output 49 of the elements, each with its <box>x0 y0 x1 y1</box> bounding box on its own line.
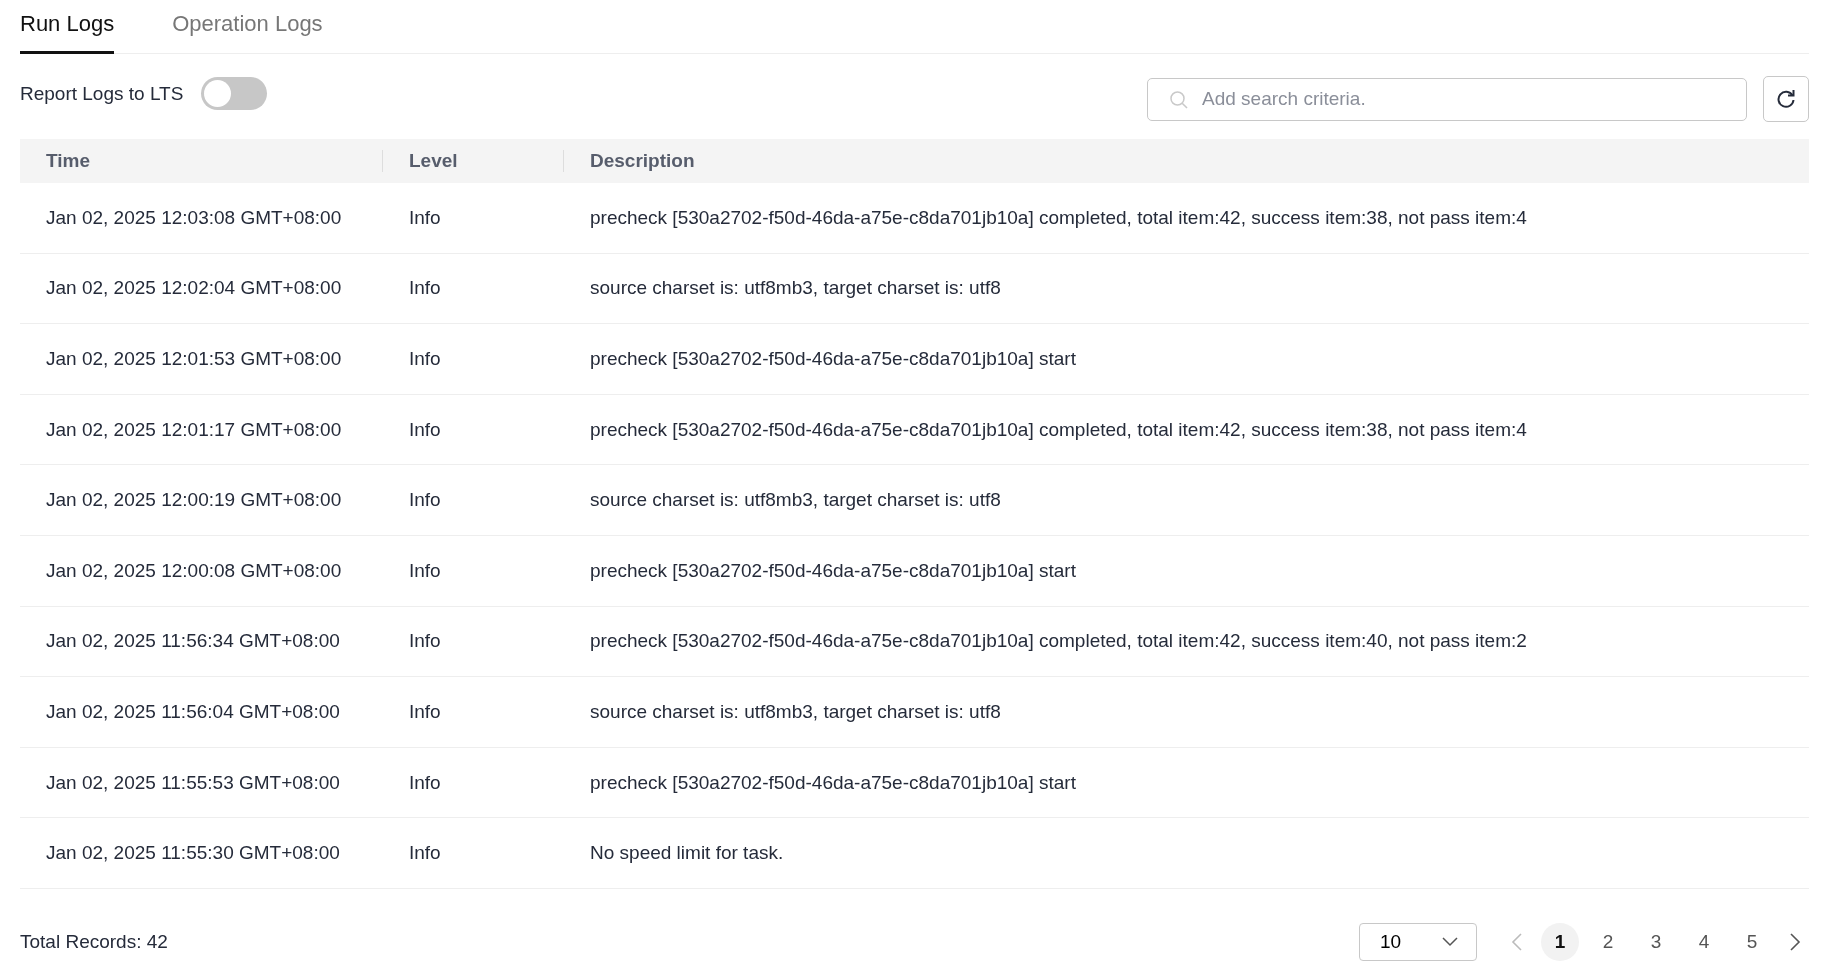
table-cell: Info <box>409 630 441 652</box>
toggle-label: Report Logs to LTS <box>20 82 184 105</box>
table-cell: Info <box>409 559 441 581</box>
table-cell: Info <box>409 771 441 793</box>
table-cell: Info <box>409 842 441 864</box>
table-cell: precheck [530a2702-f50d-46da-a75e-c8da701jb10a] completed, total item:42, success item:40, not pass item:2 <box>590 630 1527 652</box>
page-button[interactable]: 4 <box>1685 922 1723 961</box>
search-field[interactable]: Add search criteria. <box>1147 77 1747 121</box>
table-cell: precheck [530a2702-f50d-46da-a75e-c8da701jb10a] start <box>590 348 1076 369</box>
table-cell: Jan 02, 2025 12:02:04 GMT+08:00 <box>46 277 342 299</box>
tab[interactable]: Operation Logs <box>172 11 323 54</box>
column-header: Description <box>590 150 695 171</box>
table-cell: Info <box>409 206 441 228</box>
table-cell: Jan 02, 2025 12:00:08 GMT+08:00 <box>46 559 342 581</box>
page-button[interactable]: 1 <box>1541 922 1579 961</box>
toggle-switch[interactable] <box>201 77 268 110</box>
table-cell: Jan 02, 2025 12:00:19 GMT+08:00 <box>46 489 342 511</box>
chevron-down-icon <box>1442 936 1458 947</box>
table-cell: source charset is: utf8mb3, target charset is: utf8 <box>590 700 1001 722</box>
page-button[interactable]: 5 <box>1733 922 1771 961</box>
table-cell: precheck [530a2702-f50d-46da-a75e-c8da701jb10a] start <box>590 771 1076 793</box>
page-button[interactable]: 2 <box>1589 922 1627 961</box>
table-cell: Jan 02, 2025 11:56:04 GMT+08:00 <box>46 700 340 722</box>
table-cell: Jan 02, 2025 12:01:53 GMT+08:00 <box>46 348 342 369</box>
table-cell: Info <box>409 348 441 369</box>
page-button[interactable]: 3 <box>1637 922 1675 961</box>
table-cell: precheck [530a2702-f50d-46da-a75e-c8da701jb10a] start <box>590 559 1076 581</box>
column-header: Time <box>46 150 90 171</box>
table-cell: Info <box>409 489 441 511</box>
table-cell: Jan 02, 2025 12:03:08 GMT+08:00 <box>46 206 342 228</box>
table-cell: source charset is: utf8mb3, target charset is: utf8 <box>590 489 1001 511</box>
table-cell: No speed limit for task. <box>590 842 784 864</box>
table-cell: Jan 02, 2025 11:55:30 GMT+08:00 <box>46 842 340 864</box>
table-cell: source charset is: utf8mb3, target charset is: utf8 <box>590 277 1001 299</box>
table-cell: precheck [530a2702-f50d-46da-a75e-c8da701jb10a] completed, total item:42, success item:38, not pass item:4 <box>590 206 1527 228</box>
table-cell: precheck [530a2702-f50d-46da-a75e-c8da701jb10a] completed, total item:42, success item:38, not pass item:4 <box>590 418 1527 440</box>
table-cell: Info <box>409 277 441 299</box>
page-size-dropdown[interactable]: 10 <box>1359 922 1477 961</box>
table-cell: Jan 02, 2025 11:55:53 GMT+08:00 <box>46 771 340 793</box>
table-cell: Jan 02, 2025 11:56:34 GMT+08:00 <box>46 630 340 652</box>
refresh-icon <box>1775 88 1797 110</box>
table-cell: Info <box>409 700 441 722</box>
column-header: Level <box>409 150 458 171</box>
tab[interactable]: Run Logs <box>20 11 115 54</box>
total-records: Total Records: 42 <box>20 930 168 953</box>
refresh-button[interactable] <box>1763 76 1809 122</box>
table-cell: Jan 02, 2025 12:01:17 GMT+08:00 <box>46 418 342 440</box>
next-page-icon[interactable] <box>1789 932 1801 951</box>
table-cell: Info <box>409 418 441 440</box>
